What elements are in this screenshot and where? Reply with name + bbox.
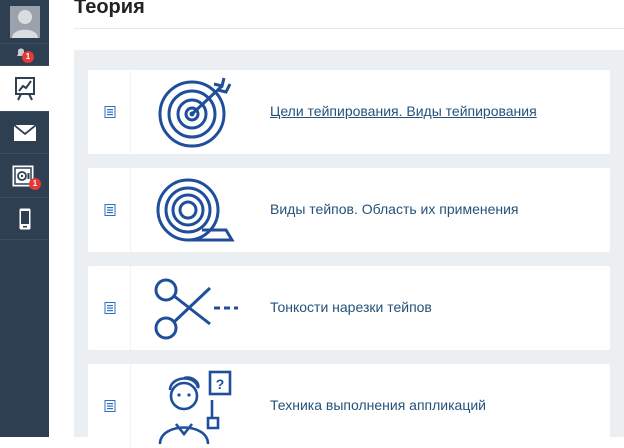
lesson-link[interactable]: Техника выполнения аппликаций [270, 397, 486, 413]
sidebar-item-progress[interactable] [0, 66, 49, 112]
lesson-link[interactable]: Тонкости нарезки тейпов [270, 299, 432, 315]
document-icon [104, 106, 116, 118]
lesson-link[interactable]: Виды тейпов. Область их применения [270, 201, 519, 217]
sidebar-item-messages[interactable] [0, 112, 49, 154]
user-avatar-icon [9, 5, 40, 38]
sidebar-item-safe[interactable]: 1 [0, 154, 49, 198]
notification-badge: 1 [22, 51, 34, 63]
target-arrow-icon [158, 77, 232, 148]
lesson-card[interactable]: Цели тейпирования. Виды тейпирования [88, 70, 610, 154]
card-divider [130, 364, 131, 448]
safe-badge: 1 [29, 178, 41, 190]
svg-text:?: ? [216, 376, 225, 392]
document-icon [104, 204, 116, 216]
lessons-list: Цели тейпирования. Виды тейпирования Вид… [74, 50, 624, 448]
card-divider [130, 168, 131, 252]
lesson-card[interactable]: Виды тейпов. Область их применения [88, 168, 610, 252]
card-divider [130, 70, 131, 154]
page-title: Теория [74, 0, 145, 18]
chart-board-icon [14, 76, 35, 100]
tape-roll-icon [156, 178, 235, 242]
smartphone-icon [19, 208, 30, 229]
scissors-icon [154, 278, 238, 340]
document-icon [104, 302, 116, 314]
card-divider [130, 266, 131, 350]
title-divider [74, 28, 624, 29]
lesson-card[interactable]: Тонкости нарезки тейпов [88, 266, 610, 350]
teacher-question-icon: ? [158, 370, 232, 444]
lesson-card[interactable]: ? Техника выполнения аппликаций [88, 364, 610, 448]
sidebar-item-avatar[interactable] [0, 0, 49, 44]
sidebar-item-mobile[interactable] [0, 198, 49, 240]
lesson-link[interactable]: Цели тейпирования. Виды тейпирования [270, 103, 537, 119]
document-icon [104, 400, 116, 412]
sidebar-item-notifications[interactable]: 1 [0, 44, 49, 66]
envelope-icon [13, 124, 36, 141]
sidebar: 1 1 [0, 0, 49, 437]
